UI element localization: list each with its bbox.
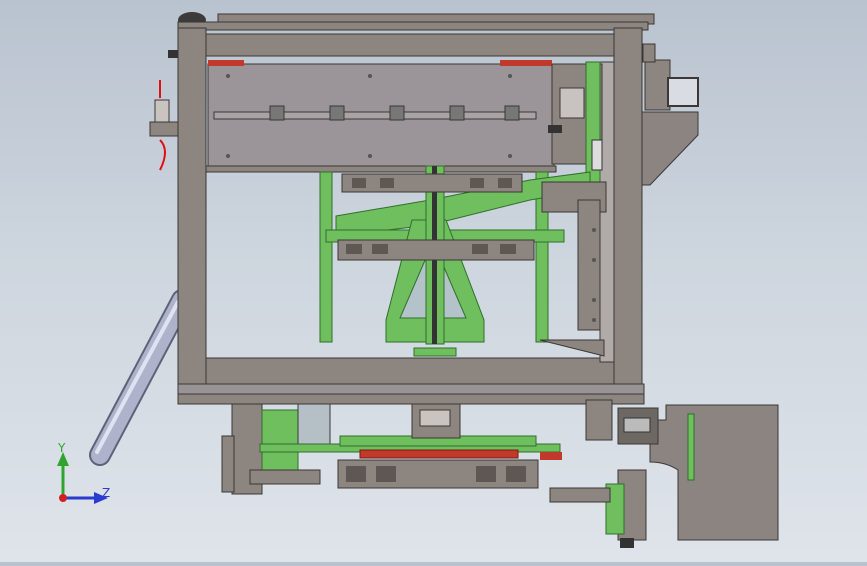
left-handle[interactable] [149,50,179,171]
upper-tray[interactable] [341,173,523,193]
bottom-mechanism[interactable] [221,403,562,495]
cad-viewport[interactable]: Y Z [0,0,867,562]
middle-tray[interactable] [337,239,535,261]
motor-block[interactable] [549,399,779,548]
hose-tube[interactable] [89,289,193,466]
green-linkage[interactable] [319,165,607,357]
z-axis-label: Z [102,486,110,500]
right-side-housing[interactable] [639,43,699,186]
assembly-drawing[interactable]: Y Z [0,0,867,562]
right-vertical-rail[interactable] [577,199,601,331]
top-plate[interactable] [205,60,557,173]
y-axis-label: Y [57,441,66,455]
